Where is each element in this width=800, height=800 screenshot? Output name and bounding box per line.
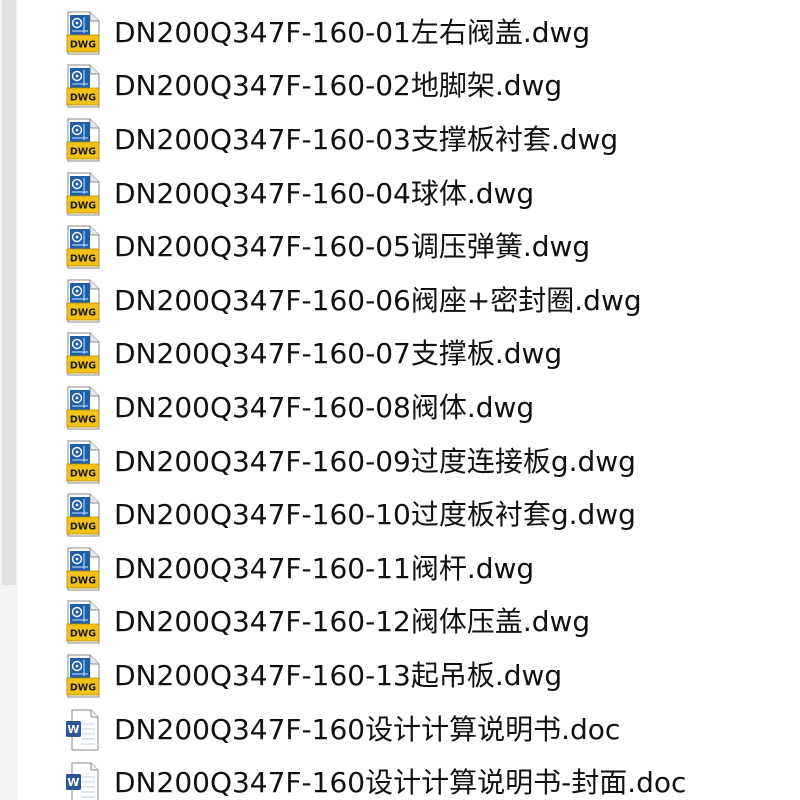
file-row[interactable]: DWG DN200Q347F-160-05调压弹簧.dwg bbox=[0, 220, 800, 274]
dwg-file-icon: DWG bbox=[64, 118, 114, 162]
file-name: DN200Q347F-160-13起吊板.dwg bbox=[114, 658, 563, 692]
svg-text:W: W bbox=[67, 776, 79, 789]
file-name: DN200Q347F-160-04球体.dwg bbox=[114, 176, 535, 210]
file-row[interactable]: DWG DN200Q347F-160-01左右阀盖.dwg bbox=[0, 6, 800, 60]
file-row[interactable]: DWG DN200Q347F-160-03支撑板衬套.dwg bbox=[0, 113, 800, 167]
dwg-file-icon: DWG bbox=[64, 225, 114, 269]
dwg-file-icon: DWG bbox=[64, 493, 114, 537]
file-row[interactable]: DWG DN200Q347F-160-10过度板衬套g.dwg bbox=[0, 488, 800, 542]
file-row[interactable]: DWG DN200Q347F-160-08阀体.dwg bbox=[0, 381, 800, 435]
svg-text:DWG: DWG bbox=[70, 254, 96, 265]
file-row[interactable]: DWG DN200Q347F-160-12阀体压盖.dwg bbox=[0, 596, 800, 650]
svg-text:DWG: DWG bbox=[70, 93, 96, 104]
svg-text:DWG: DWG bbox=[70, 307, 96, 318]
dwg-file-icon: DWG bbox=[64, 386, 114, 430]
file-row[interactable]: DWG DN200Q347F-160-13起吊板.dwg bbox=[0, 649, 800, 703]
word-doc-icon: W bbox=[64, 708, 114, 752]
file-name: DN200Q347F-160-08阀体.dwg bbox=[114, 390, 535, 424]
svg-text:W: W bbox=[67, 723, 79, 736]
file-name: DN200Q347F-160-07支撑板.dwg bbox=[114, 337, 563, 371]
file-row[interactable]: DWG DN200Q347F-160-02地脚架.dwg bbox=[0, 60, 800, 114]
svg-text:DWG: DWG bbox=[70, 39, 96, 50]
svg-text:DWG: DWG bbox=[70, 146, 96, 157]
file-row[interactable]: DWG DN200Q347F-160-11阀杆.dwg bbox=[0, 542, 800, 596]
file-name: DN200Q347F-160设计计算说明书-封面.doc bbox=[114, 766, 687, 800]
dwg-file-icon: DWG bbox=[64, 11, 114, 55]
svg-text:DWG: DWG bbox=[70, 200, 96, 211]
file-name: DN200Q347F-160-03支撑板衬套.dwg bbox=[114, 122, 619, 156]
svg-text:DWG: DWG bbox=[70, 414, 96, 425]
file-name: DN200Q347F-160-01左右阀盖.dwg bbox=[114, 15, 591, 49]
file-name: DN200Q347F-160-09过度连接板g.dwg bbox=[114, 444, 636, 478]
svg-text:DWG: DWG bbox=[70, 468, 96, 479]
svg-text:DWG: DWG bbox=[70, 575, 96, 586]
svg-text:DWG: DWG bbox=[70, 682, 96, 693]
file-name: DN200Q347F-160-06阀座+密封圈.dwg bbox=[114, 283, 642, 317]
file-name: DN200Q347F-160-05调压弹簧.dwg bbox=[114, 230, 591, 264]
file-name: DN200Q347F-160设计计算说明书.doc bbox=[114, 712, 621, 746]
file-row[interactable]: DWG DN200Q347F-160-09过度连接板g.dwg bbox=[0, 435, 800, 489]
file-row[interactable]: W DN200Q347F-160设计计算说明书.doc bbox=[0, 703, 800, 757]
svg-text:DWG: DWG bbox=[70, 361, 96, 372]
dwg-file-icon: DWG bbox=[64, 332, 114, 376]
file-explorer-view: DWG DN200Q347F-160-01左右阀盖.dwg DWG DN200Q… bbox=[0, 0, 800, 800]
dwg-file-icon: DWG bbox=[64, 600, 114, 644]
dwg-file-icon: DWG bbox=[64, 64, 114, 108]
svg-text:DWG: DWG bbox=[70, 522, 96, 533]
file-list: DWG DN200Q347F-160-01左右阀盖.dwg DWG DN200Q… bbox=[0, 6, 800, 800]
file-name: DN200Q347F-160-10过度板衬套g.dwg bbox=[114, 498, 636, 532]
dwg-file-icon: DWG bbox=[64, 279, 114, 323]
dwg-file-icon: DWG bbox=[64, 172, 114, 216]
dwg-file-icon: DWG bbox=[64, 654, 114, 698]
file-name: DN200Q347F-160-11阀杆.dwg bbox=[114, 551, 535, 585]
svg-text:DWG: DWG bbox=[70, 629, 96, 640]
word-doc-icon: W bbox=[64, 761, 114, 800]
file-row[interactable]: DWG DN200Q347F-160-07支撑板.dwg bbox=[0, 328, 800, 382]
file-name: DN200Q347F-160-12阀体压盖.dwg bbox=[114, 605, 591, 639]
file-row[interactable]: DWG DN200Q347F-160-06阀座+密封圈.dwg bbox=[0, 274, 800, 328]
file-row[interactable]: W DN200Q347F-160设计计算说明书-封面.doc bbox=[0, 756, 800, 800]
file-row[interactable]: DWG DN200Q347F-160-04球体.dwg bbox=[0, 167, 800, 221]
dwg-file-icon: DWG bbox=[64, 440, 114, 484]
dwg-file-icon: DWG bbox=[64, 547, 114, 591]
file-name: DN200Q347F-160-02地脚架.dwg bbox=[114, 69, 563, 103]
